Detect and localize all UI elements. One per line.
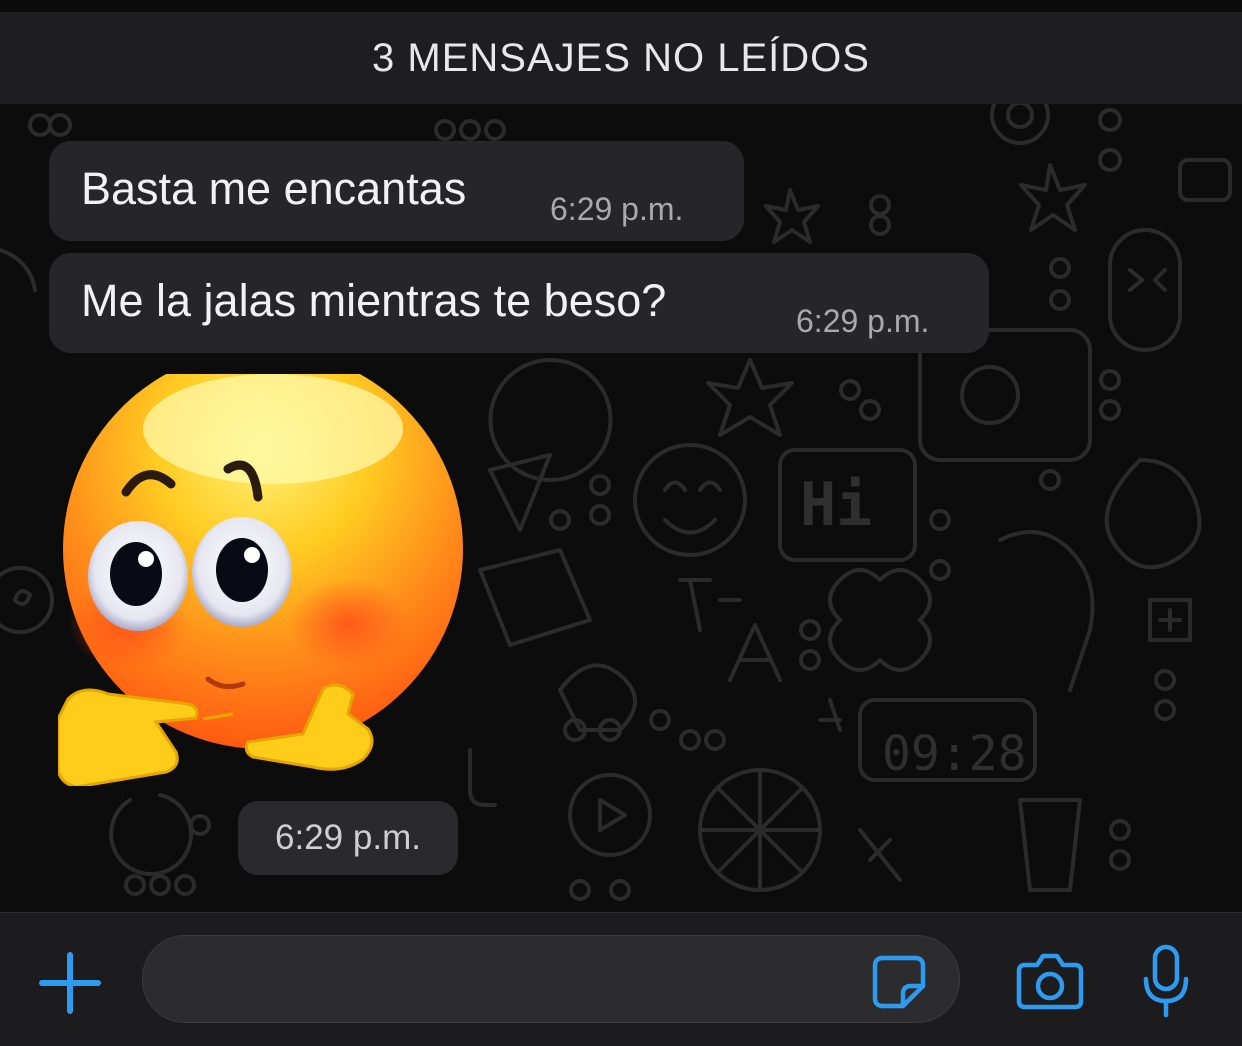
sticker-icon[interactable] — [871, 954, 927, 1010]
camera-icon[interactable] — [1015, 951, 1085, 1011]
message-bubble[interactable]: Me la jalas mientras te beso? 6:29 p.m. — [49, 253, 989, 353]
status-strip — [0, 0, 1242, 12]
message-text: Me la jalas mientras te beso? — [81, 275, 667, 326]
unread-messages-banner: 3 MENSAJES NO LEÍDOS — [0, 12, 1242, 104]
sticker-time: 6:29 p.m. — [238, 801, 458, 875]
unread-label: 3 MENSAJES NO LEÍDOS — [372, 35, 870, 80]
plus-icon[interactable] — [38, 951, 102, 1015]
microphone-icon[interactable] — [1140, 943, 1192, 1019]
blushing-emoji-sticker[interactable] — [58, 374, 464, 786]
composer-bar — [0, 912, 1242, 1046]
message-time: 6:29 p.m. — [796, 303, 930, 339]
message-bubble[interactable]: Basta me encantas 6:29 p.m. — [49, 141, 744, 241]
doodle-hi-text: Hi — [800, 470, 872, 540]
doodle-clock-text: 09:28 — [882, 726, 1027, 782]
message-text: Basta me encantas — [81, 163, 467, 214]
message-input[interactable] — [142, 935, 960, 1023]
message-time: 6:29 p.m. — [550, 191, 684, 227]
